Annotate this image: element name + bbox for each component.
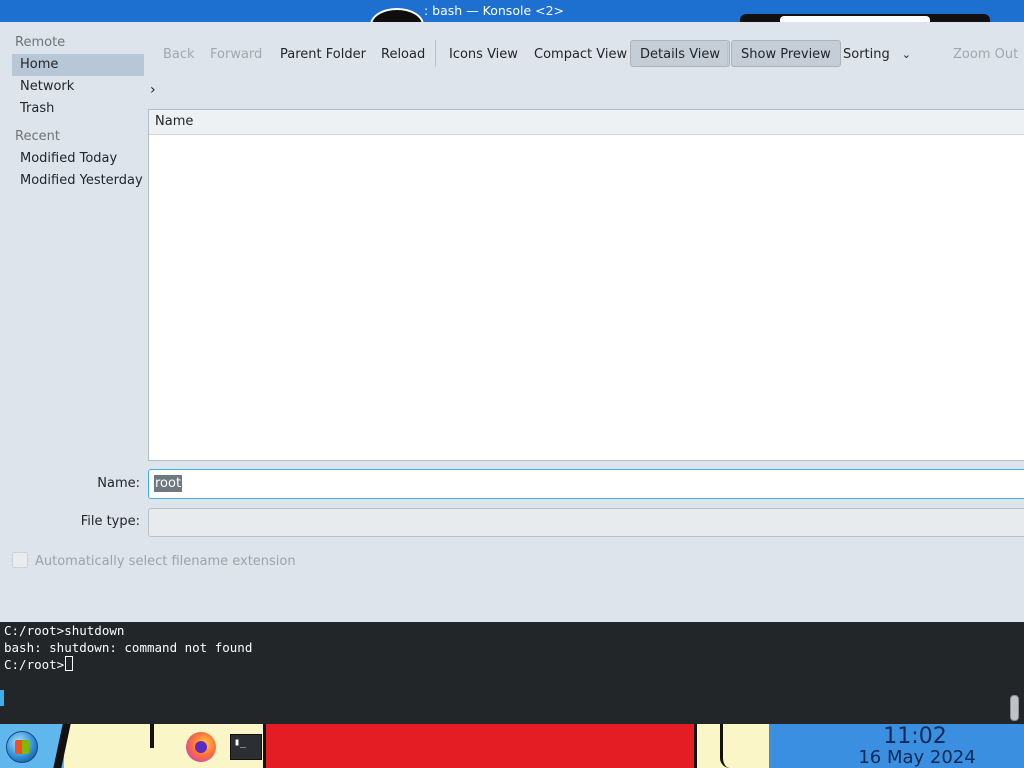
filename-input[interactable]: root bbox=[148, 469, 1024, 499]
firefox-icon[interactable] bbox=[186, 732, 216, 762]
wallpaper-shape bbox=[150, 724, 154, 748]
wallpaper-shape bbox=[720, 724, 769, 768]
sorting-button[interactable]: Sorting ⌄ bbox=[833, 40, 921, 67]
compact-view-button[interactable]: Compact View bbox=[524, 40, 637, 67]
forward-button[interactable]: Forward bbox=[200, 40, 272, 67]
filetype-combobox[interactable] bbox=[148, 508, 1024, 537]
window-titlebar: : bash — Konsole <2> bbox=[0, 0, 1024, 22]
file-list-view[interactable]: Name bbox=[148, 109, 1024, 461]
terminal-marker bbox=[0, 690, 4, 706]
clock-date[interactable]: 16 May 2024 bbox=[852, 748, 982, 768]
show-preview-button[interactable]: Show Preview bbox=[731, 40, 841, 67]
wallpaper-shape bbox=[263, 724, 697, 768]
terminal-prompt: C:/root> bbox=[4, 657, 65, 672]
terminal-scrollbar[interactable] bbox=[1010, 695, 1019, 721]
sidebar-item-modified-yesterday[interactable]: Modified Yesterday bbox=[12, 170, 144, 192]
places-sidebar: Remote Home Network Trash Recent Modifie… bbox=[0, 32, 146, 192]
terminal-line: bash: shutdown: command not found bbox=[4, 640, 253, 655]
start-orb-icon[interactable] bbox=[6, 731, 38, 763]
dialog-toolbar: Back Forward Parent Folder Reload Icons … bbox=[148, 40, 1024, 67]
terminal-line: C:/root>shutdown bbox=[4, 623, 125, 638]
wallpaper-shape bbox=[780, 16, 930, 22]
konsole-terminal[interactable]: C:/root>shutdown bash: shutdown: command… bbox=[0, 622, 1024, 724]
filetype-label: File type: bbox=[80, 514, 140, 529]
zoom-out-button[interactable]: Zoom Out bbox=[943, 40, 1024, 67]
icons-view-button[interactable]: Icons View bbox=[439, 40, 528, 67]
filename-value: root bbox=[154, 475, 183, 492]
back-button[interactable]: Back bbox=[153, 40, 205, 67]
konsole-icon[interactable] bbox=[230, 734, 262, 760]
clock-time[interactable]: 11:02 bbox=[880, 725, 950, 749]
text-cursor bbox=[65, 656, 74, 671]
wallpaper-shape bbox=[370, 8, 424, 22]
windows-flag-icon bbox=[15, 740, 29, 754]
auto-extension-label: Automatically select filename extension bbox=[35, 554, 296, 569]
auto-extension-option[interactable]: Automatically select filename extension bbox=[12, 552, 296, 569]
toolbar-separator bbox=[727, 40, 728, 67]
column-header-name[interactable]: Name bbox=[149, 110, 1024, 135]
window-title: : bash — Konsole <2> bbox=[424, 3, 565, 18]
chevron-down-icon: ⌄ bbox=[901, 48, 911, 61]
sorting-label: Sorting bbox=[843, 47, 890, 62]
sidebar-item-home[interactable]: Home bbox=[12, 54, 144, 76]
chevron-right-icon[interactable]: › bbox=[150, 82, 156, 98]
sidebar-item-modified-today[interactable]: Modified Today bbox=[12, 148, 144, 170]
toolbar-separator bbox=[435, 40, 436, 67]
sidebar-heading-recent: Recent bbox=[15, 129, 60, 144]
sidebar-item-trash[interactable]: Trash bbox=[12, 98, 144, 120]
parent-folder-button[interactable]: Parent Folder bbox=[270, 40, 376, 67]
auto-extension-checkbox[interactable] bbox=[12, 552, 28, 568]
terminal-prompt-line: C:/root> bbox=[4, 656, 74, 673]
name-label: Name: bbox=[97, 476, 140, 491]
sidebar-item-network[interactable]: Network bbox=[12, 76, 144, 98]
reload-button[interactable]: Reload bbox=[371, 40, 435, 67]
sidebar-heading-remote: Remote bbox=[15, 35, 66, 50]
details-view-button[interactable]: Details View bbox=[630, 40, 731, 67]
taskbar: 11:02 16 May 2024 bbox=[0, 724, 1024, 768]
